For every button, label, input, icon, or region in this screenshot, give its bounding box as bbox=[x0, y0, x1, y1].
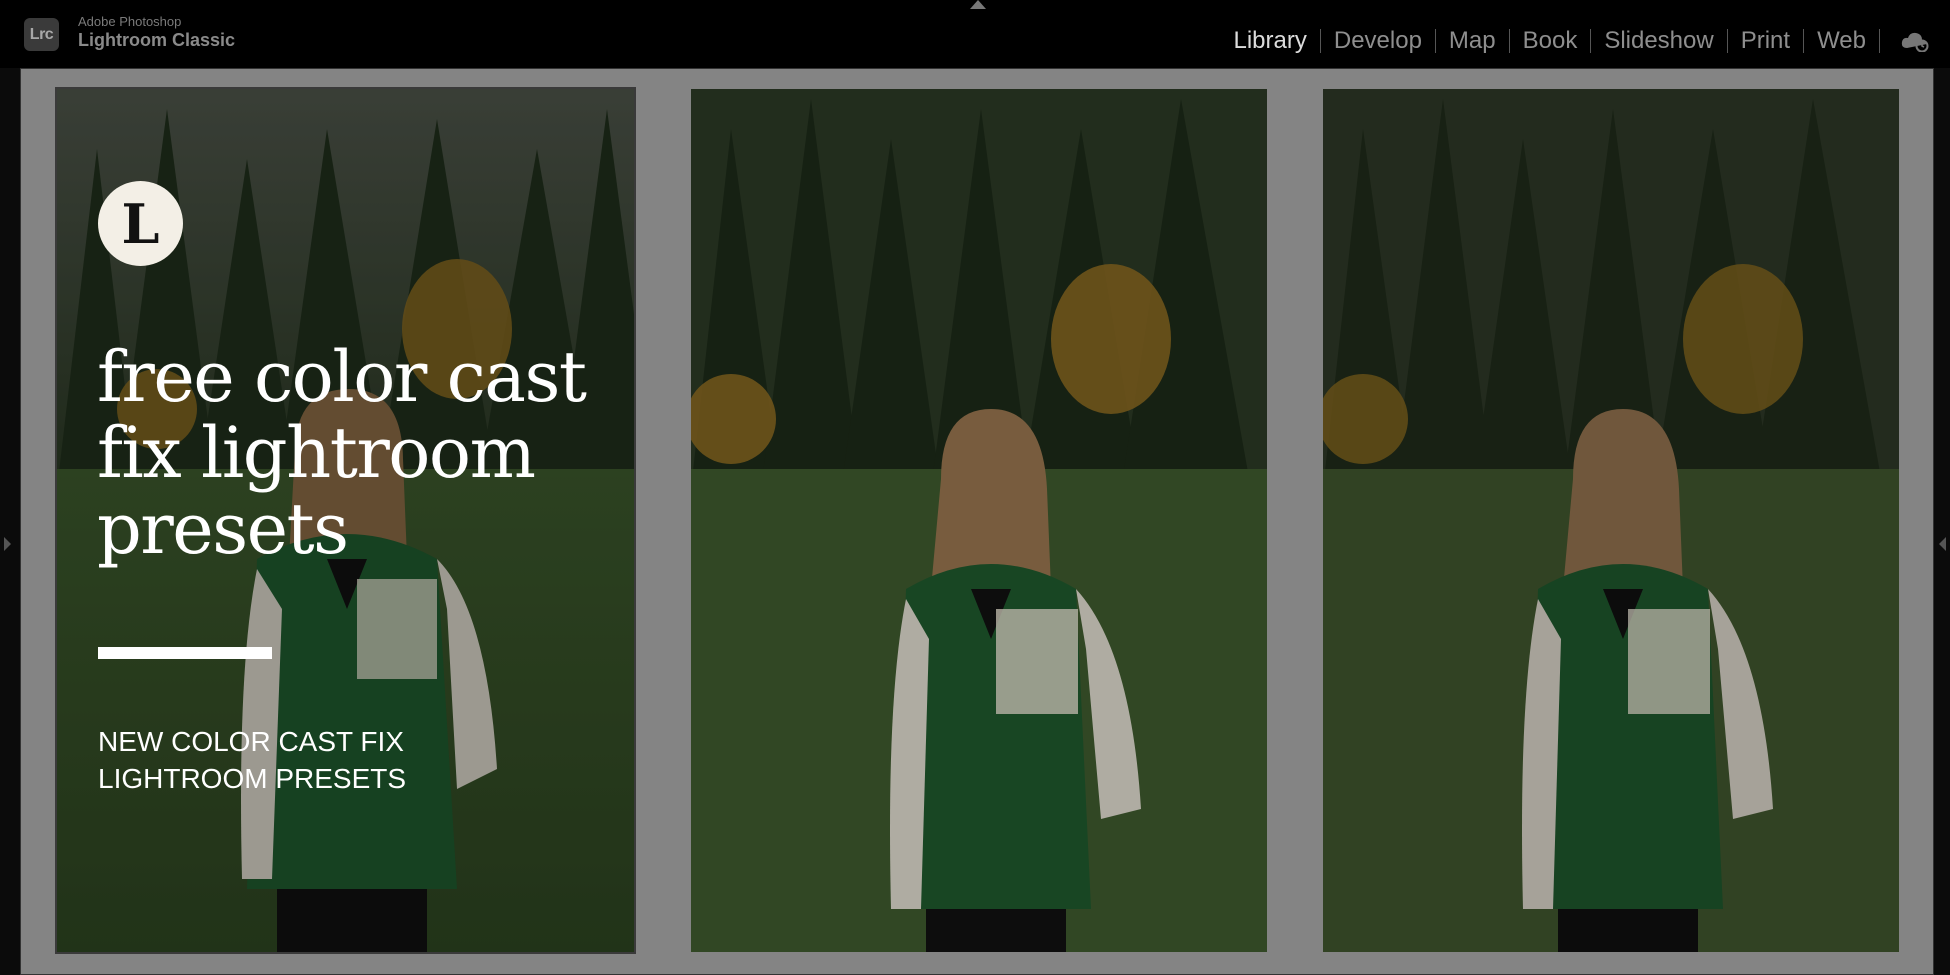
thumbnail-3[interactable] bbox=[1323, 89, 1899, 952]
module-picker: Library Develop Map Book Slideshow Print… bbox=[1221, 26, 1880, 56]
module-separator bbox=[1879, 29, 1880, 53]
panel-collapse-left-icon[interactable] bbox=[4, 537, 11, 551]
module-slideshow[interactable]: Slideshow bbox=[1591, 27, 1726, 55]
divider bbox=[98, 647, 272, 659]
panel-collapse-right-icon[interactable] bbox=[1939, 537, 1946, 551]
cloud-sync-icon[interactable] bbox=[1900, 30, 1930, 52]
grid-view: L free color cast fix lightroom presets … bbox=[20, 68, 1934, 975]
promo-headline: free color cast fix lightroom presets bbox=[97, 336, 587, 570]
module-book[interactable]: Book bbox=[1510, 27, 1591, 55]
thumbnail-2[interactable] bbox=[691, 89, 1267, 952]
app-logo-icon: Lrc bbox=[24, 18, 59, 51]
thumbnail-1[interactable]: L free color cast fix lightroom presets … bbox=[57, 89, 634, 952]
portrait-photo bbox=[691, 89, 1267, 952]
app-branding: Adobe Photoshop Lightroom Classic bbox=[78, 14, 235, 51]
app-name: Lightroom Classic bbox=[78, 30, 236, 50]
module-develop[interactable]: Develop bbox=[1321, 27, 1435, 55]
promo-subheadline: NEW COLOR CAST FIX LIGHTROOM PRESETS bbox=[98, 726, 407, 794]
module-library[interactable]: Library bbox=[1221, 27, 1320, 55]
app-vendor: Adobe Photoshop bbox=[78, 14, 182, 29]
panel-collapse-top-icon[interactable] bbox=[970, 0, 986, 9]
portrait-photo bbox=[1323, 89, 1899, 952]
module-map[interactable]: Map bbox=[1436, 27, 1509, 55]
brand-logo-icon: L bbox=[98, 181, 183, 266]
module-web[interactable]: Web bbox=[1804, 27, 1879, 55]
top-bar: Lrc Adobe Photoshop Lightroom Classic Li… bbox=[0, 0, 1950, 68]
module-print[interactable]: Print bbox=[1728, 27, 1803, 55]
promo-overlay: L free color cast fix lightroom presets … bbox=[57, 89, 634, 952]
